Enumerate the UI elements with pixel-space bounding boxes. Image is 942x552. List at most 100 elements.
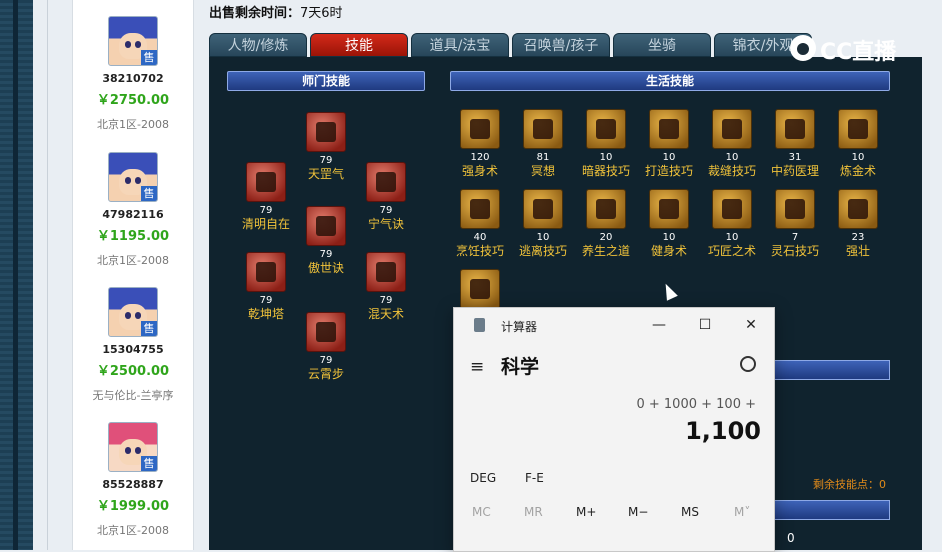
skill-name: 巧匠之术 bbox=[707, 244, 756, 258]
avatar[interactable]: 售 bbox=[108, 16, 158, 66]
life-skill[interactable]: 20 养生之道 bbox=[571, 189, 641, 258]
skill-icon bbox=[460, 189, 500, 229]
avatar[interactable]: 售 bbox=[108, 287, 158, 337]
tab-items[interactable]: 道具/法宝 bbox=[411, 33, 509, 57]
hamburger-menu-icon[interactable]: ≡ bbox=[470, 357, 484, 377]
avatar-eye bbox=[125, 447, 131, 454]
seller-card[interactable]: 售 47982116 ￥1195.00 北京1区-2008 bbox=[73, 152, 193, 268]
skill-name: 灵石技巧 bbox=[770, 244, 819, 258]
life-skill[interactable]: 10 炼金术 bbox=[823, 109, 893, 178]
seller-card[interactable]: 售 15304755 ￥2500.00 无与伦比-兰亭序 bbox=[73, 287, 193, 403]
skill-icon bbox=[649, 109, 689, 149]
left-margin bbox=[33, 0, 48, 550]
life-skill[interactable]: 10 健身术 bbox=[634, 189, 704, 258]
life-skill[interactable]: 23 强壮 bbox=[823, 189, 893, 258]
skill-icon bbox=[838, 189, 878, 229]
skill-level: 20 bbox=[599, 232, 613, 243]
skill-glyph bbox=[533, 119, 553, 139]
calculator-window[interactable]: 计算器 — ☐ ✕ ≡ 科学 0 + 1000 + 100 + 1,100 DE… bbox=[453, 307, 775, 552]
skill-name: 云霄步 bbox=[307, 367, 344, 381]
memory-clear-button[interactable]: MC bbox=[472, 505, 491, 519]
life-skill[interactable]: 10 巧匠之术 bbox=[697, 189, 767, 258]
life-skill[interactable]: 7 灵石技巧 bbox=[760, 189, 830, 258]
left-decoration-strip bbox=[0, 0, 33, 550]
memory-recall-button[interactable]: MR bbox=[524, 505, 543, 519]
skill-icon bbox=[460, 269, 500, 309]
tab-mounts[interactable]: 坐骑 bbox=[613, 33, 711, 57]
tab-skills[interactable]: 技能 bbox=[310, 33, 408, 57]
deg-button[interactable]: DEG bbox=[470, 471, 496, 485]
skill-level: 10 bbox=[851, 152, 865, 163]
skill-glyph bbox=[256, 172, 276, 192]
seller-server: 北京1区-2008 bbox=[97, 524, 169, 537]
skill-icon bbox=[460, 109, 500, 149]
sell-badge: 售 bbox=[141, 186, 157, 201]
skill-glyph bbox=[596, 119, 616, 139]
life-skill[interactable]: 31 中药医理 bbox=[760, 109, 830, 178]
avatar[interactable]: 售 bbox=[108, 422, 158, 472]
life-skill[interactable]: 120 强身术 bbox=[445, 109, 515, 178]
school-skill[interactable]: 79 乾坤塔 bbox=[231, 252, 301, 321]
tab-character[interactable]: 人物/修炼 bbox=[209, 33, 307, 57]
skill-glyph bbox=[470, 119, 490, 139]
life-skill[interactable]: 10 裁缝技巧 bbox=[697, 109, 767, 178]
skill-level: 79 bbox=[379, 205, 393, 216]
life-skill[interactable]: 10 逃离技巧 bbox=[508, 189, 578, 258]
seller-server: 北京1区-2008 bbox=[97, 118, 169, 131]
life-skill[interactable]: 10 打造技巧 bbox=[634, 109, 704, 178]
skill-icon bbox=[246, 162, 286, 202]
skill-icon bbox=[838, 109, 878, 149]
school-skill[interactable]: 79 混天术 bbox=[351, 252, 421, 321]
skill-icon bbox=[523, 189, 563, 229]
skill-level: 10 bbox=[725, 152, 739, 163]
remaining-points-label: 剩余技能点： bbox=[813, 478, 879, 491]
school-skill[interactable]: 79 宁气诀 bbox=[351, 162, 421, 231]
tab-pets[interactable]: 召唤兽/孩子 bbox=[512, 33, 610, 57]
seller-id: 15304755 bbox=[102, 343, 164, 356]
maximize-button[interactable]: ☐ bbox=[691, 314, 719, 336]
skill-name: 打造技巧 bbox=[644, 164, 693, 178]
skill-name: 养生之道 bbox=[581, 244, 630, 258]
seller-price: ￥1195.00 bbox=[96, 229, 170, 244]
skill-icon bbox=[306, 312, 346, 352]
skill-glyph bbox=[470, 199, 490, 219]
school-skills-header: 师门技能 bbox=[227, 71, 425, 91]
cc-logo-icon bbox=[790, 35, 816, 61]
history-icon[interactable] bbox=[740, 356, 756, 372]
skill-icon bbox=[366, 252, 406, 292]
calculator-titlebar[interactable]: 计算器 — ☐ ✕ bbox=[454, 308, 774, 342]
avatar-eye bbox=[135, 312, 141, 319]
seller-card[interactable]: 售 38210702 ￥2750.00 北京1区-2008 bbox=[73, 16, 193, 132]
seller-server: 北京1区-2008 bbox=[97, 254, 169, 267]
memory-add-button[interactable]: M+ bbox=[576, 505, 596, 519]
life-skill[interactable] bbox=[445, 269, 515, 309]
seller-id: 38210702 bbox=[102, 72, 164, 85]
skill-glyph bbox=[533, 199, 553, 219]
sale-time-value: 7天6时 bbox=[300, 6, 343, 21]
skill-glyph bbox=[256, 262, 276, 282]
close-button[interactable]: ✕ bbox=[737, 314, 765, 336]
sell-badge: 售 bbox=[141, 456, 157, 471]
memory-subtract-button[interactable]: M− bbox=[628, 505, 648, 519]
memory-store-button[interactable]: MS bbox=[681, 505, 699, 519]
skill-level: 10 bbox=[662, 232, 676, 243]
seller-card[interactable]: 售 85528887 ￥1999.00 北京1区-2008 bbox=[73, 422, 193, 538]
skill-icon bbox=[712, 189, 752, 229]
life-skill[interactable]: 81 冥想 bbox=[508, 109, 578, 178]
calculator-expression: 0 + 1000 + 100 + bbox=[636, 397, 756, 412]
memory-list-button[interactable]: M˅ bbox=[734, 505, 750, 519]
life-skill[interactable]: 10 暗器技巧 bbox=[571, 109, 641, 178]
skill-glyph bbox=[596, 199, 616, 219]
skill-name: 强壮 bbox=[845, 244, 870, 258]
skill-name: 暗器技巧 bbox=[581, 164, 630, 178]
skill-level: 10 bbox=[536, 232, 550, 243]
school-skill[interactable]: 79 云霄步 bbox=[291, 312, 361, 381]
avatar[interactable]: 售 bbox=[108, 152, 158, 202]
skill-icon bbox=[306, 206, 346, 246]
skill-name: 混天术 bbox=[367, 307, 404, 321]
minimize-button[interactable]: — bbox=[645, 314, 673, 336]
fe-button[interactable]: F-E bbox=[525, 471, 544, 485]
skill-glyph bbox=[722, 199, 742, 219]
sell-badge: 售 bbox=[141, 321, 157, 336]
life-skill[interactable]: 40 烹饪技巧 bbox=[445, 189, 515, 258]
